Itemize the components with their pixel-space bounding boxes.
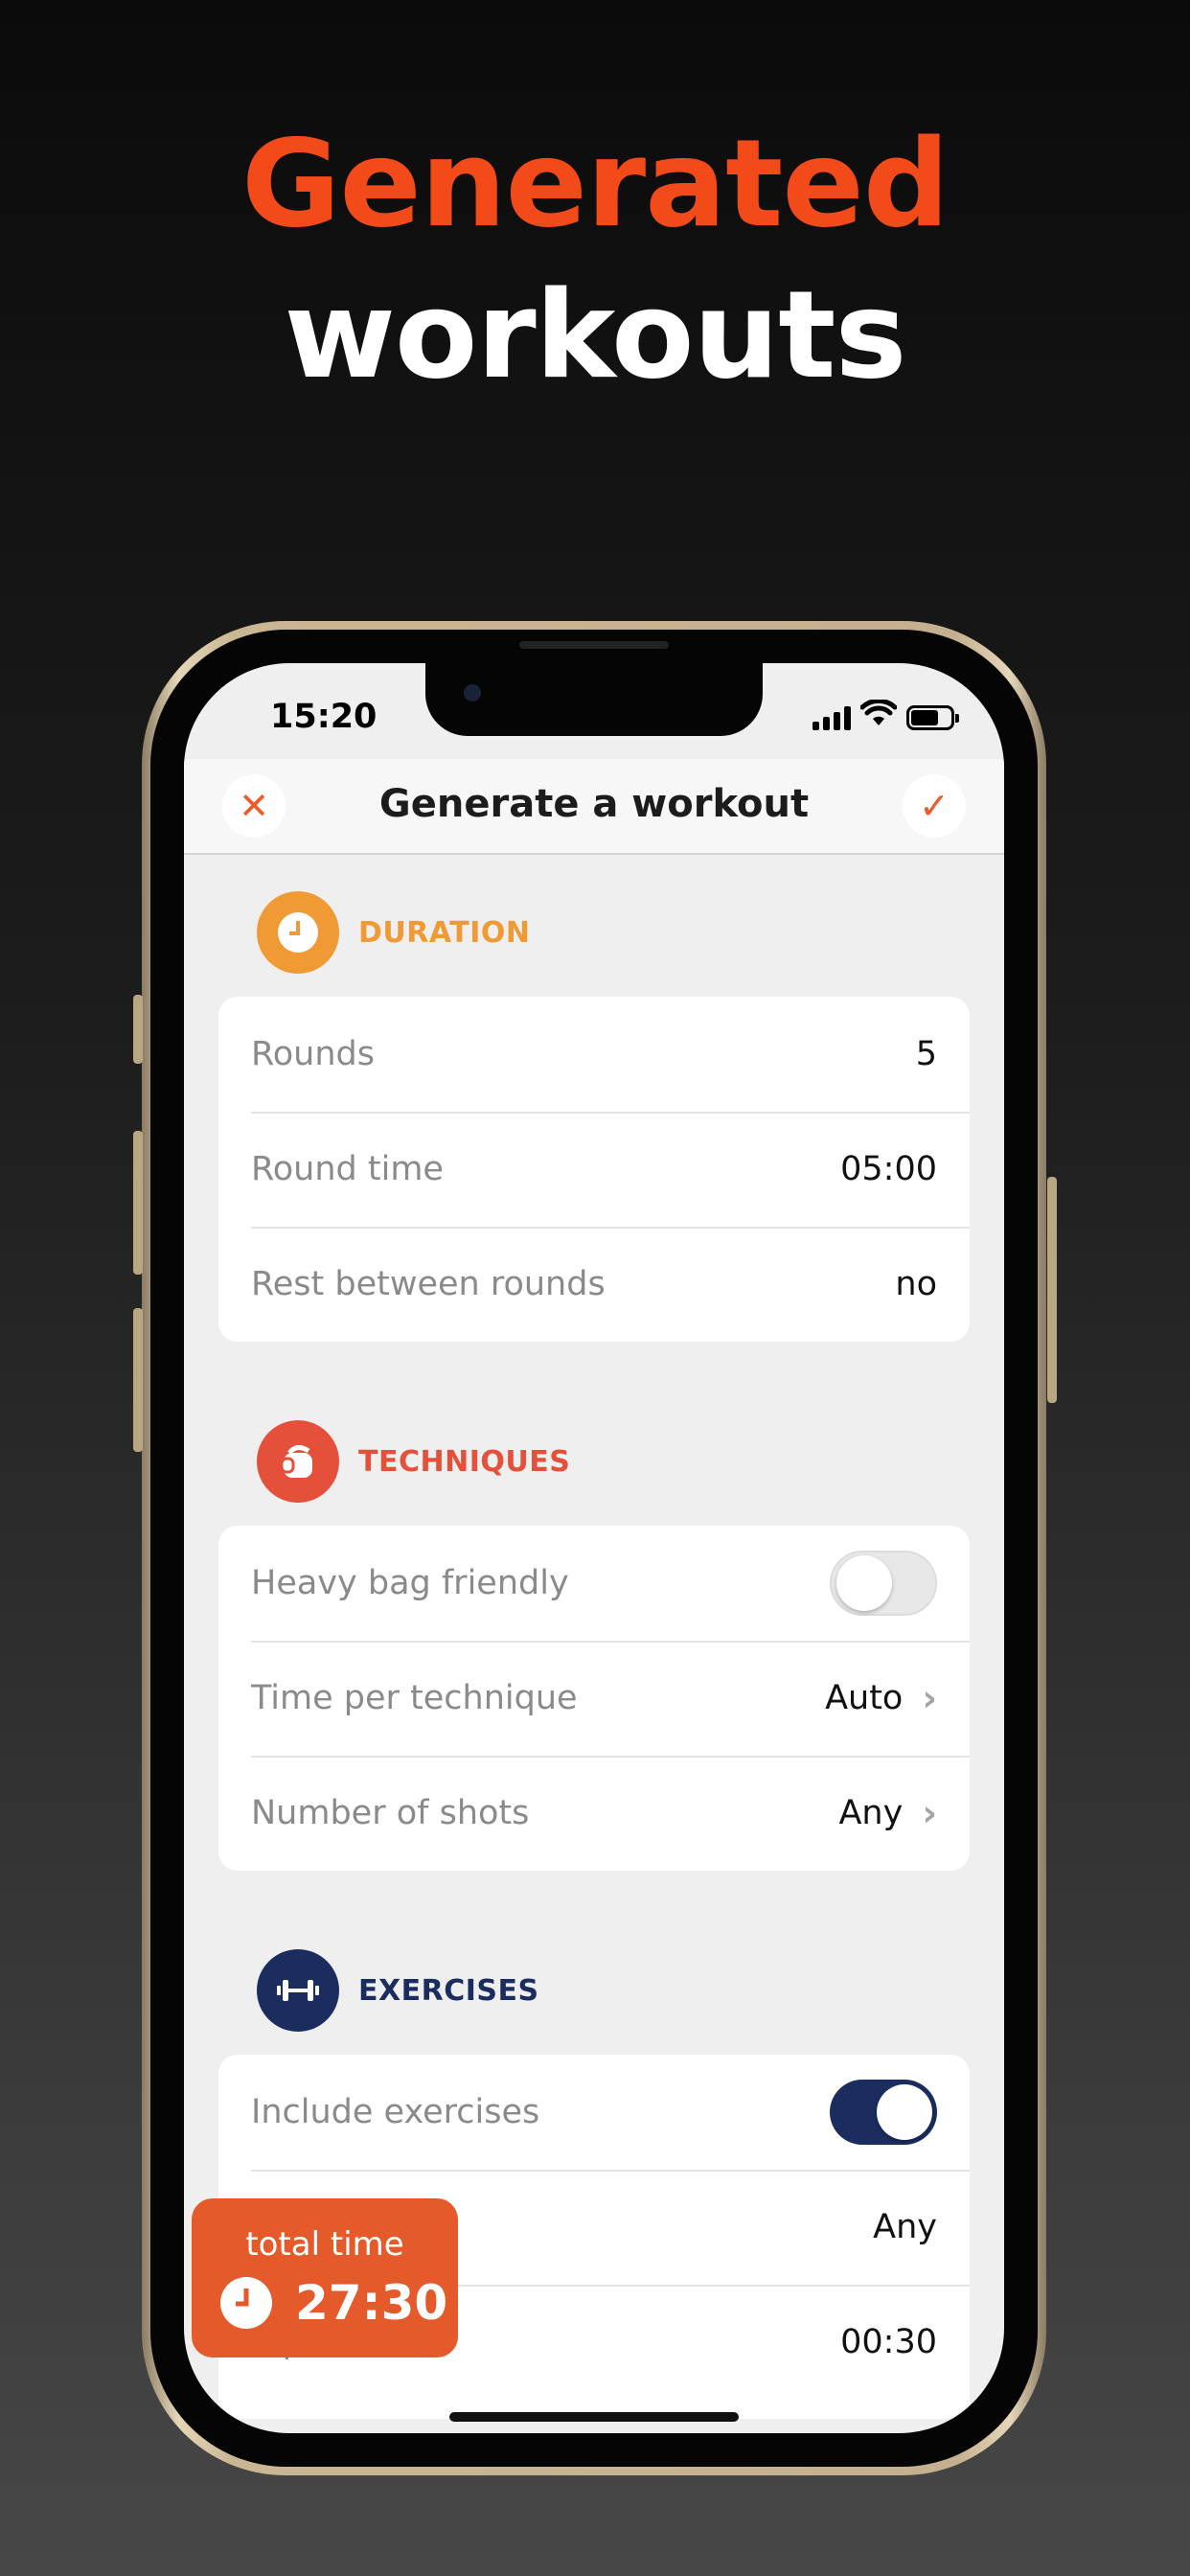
setting-row-include-exercises: Include exercises: [218, 2055, 970, 2170]
notch: [425, 663, 763, 736]
earpiece-speaker: [519, 641, 669, 649]
boxing-glove-icon: [257, 1420, 339, 1503]
chevron-right-icon: ›: [922, 1677, 937, 1719]
setting-row-time-per-technique[interactable]: Time per technique Auto ›: [218, 1641, 970, 1756]
section-header-duration: DURATION: [257, 891, 531, 974]
setting-value: Any: [838, 1794, 904, 1832]
navigation-bar: ✕ Generate a workout ✓: [184, 759, 1004, 855]
dumbbell-icon: [257, 1949, 339, 2032]
setting-value: 00:30: [840, 2323, 937, 2361]
duration-card: Rounds 5 Round time 05:00 Rest between r…: [218, 997, 970, 1342]
wifi-icon: [859, 698, 898, 730]
setting-row-heavy-bag: Heavy bag friendly: [218, 1526, 970, 1641]
chevron-right-icon: ›: [922, 1792, 937, 1834]
status-time: 15:20: [270, 698, 378, 736]
techniques-card: Heavy bag friendly Time per technique Au…: [218, 1526, 970, 1871]
clock-icon: [220, 2277, 272, 2329]
checkmark-icon: ✓: [919, 785, 950, 827]
setting-label: Number of shots: [251, 1794, 530, 1832]
clock-icon: [257, 891, 339, 974]
setting-label: Include exercises: [251, 2093, 540, 2131]
heavy-bag-toggle[interactable]: [830, 1551, 937, 1616]
setting-row-rest[interactable]: Rest between rounds no: [218, 1227, 970, 1342]
setting-row-round-time[interactable]: Round time 05:00: [218, 1112, 970, 1227]
mute-switch: [133, 995, 143, 1064]
setting-label: Rounds: [251, 1035, 375, 1073]
setting-label: Rest between rounds: [251, 1265, 606, 1303]
setting-label: Heavy bag friendly: [251, 1564, 569, 1602]
setting-value: 5: [915, 1035, 937, 1073]
setting-row-number-of-shots[interactable]: Number of shots Any ›: [218, 1756, 970, 1871]
setting-label: Round time: [251, 1150, 444, 1188]
confirm-button[interactable]: ✓: [903, 774, 966, 838]
volume-up-button: [133, 1131, 143, 1275]
section-header-exercises: EXERCISES: [257, 1949, 539, 2032]
setting-value: Auto: [825, 1679, 904, 1717]
headline-line-2: workouts: [284, 264, 906, 405]
home-indicator[interactable]: [449, 2412, 739, 2422]
cellular-signal-icon: [812, 705, 851, 730]
headline-line-1: Generated: [240, 113, 950, 254]
section-label-duration: DURATION: [358, 915, 531, 950]
setting-value: 05:00: [840, 1150, 937, 1188]
total-time-label: total time: [245, 2225, 404, 2264]
power-button: [1047, 1177, 1057, 1403]
setting-row-rounds[interactable]: Rounds 5: [218, 997, 970, 1112]
setting-label: Time per technique: [251, 1679, 578, 1717]
setting-value: Any: [873, 2208, 937, 2246]
battery-icon: [906, 705, 959, 730]
section-label-techniques: TECHNIQUES: [358, 1444, 571, 1479]
volume-down-button: [133, 1308, 143, 1452]
page-title: Generate a workout: [378, 782, 810, 826]
setting-value: no: [895, 1265, 937, 1303]
phone-screen: 15:20 ✕ Generate a workout ✓ DURATION Ro…: [184, 663, 1004, 2433]
toggle-knob: [836, 1555, 892, 1611]
total-time-row: 27:30: [220, 2275, 447, 2331]
total-time-badge: total time 27:30: [192, 2198, 458, 2358]
total-time-value: 27:30: [295, 2275, 448, 2331]
front-camera: [464, 684, 481, 702]
section-label-exercises: EXERCISES: [358, 1973, 539, 2008]
include-exercises-toggle[interactable]: [830, 2080, 937, 2145]
toggle-knob: [877, 2084, 932, 2140]
status-icons: [812, 698, 959, 730]
section-header-techniques: TECHNIQUES: [257, 1420, 570, 1503]
